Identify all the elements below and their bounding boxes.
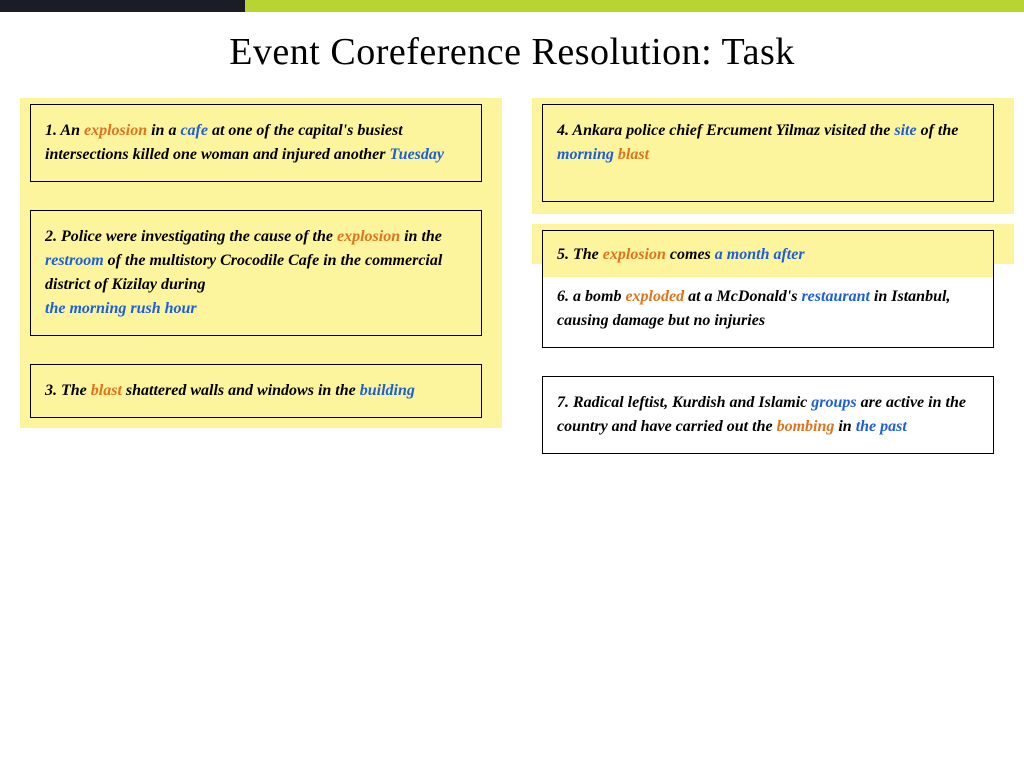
entity-word: building — [360, 382, 415, 399]
text-run: in the — [400, 228, 442, 245]
text-run: Ankara police chief Ercument Yilmaz visi… — [569, 122, 894, 139]
entity-word: restaurant — [801, 288, 869, 305]
time-word: the morning rush hour — [45, 300, 197, 317]
page-title: Event Coreference Resolution: Task — [0, 30, 1024, 74]
sentence-box-5-6: 5. The explosion comes a month after 6. … — [542, 230, 994, 348]
text-run: comes — [666, 246, 715, 263]
sentence-text: 2. Police were investigating the cause o… — [30, 210, 482, 336]
sentence-text: 1. An explosion in a cafe at one of the … — [30, 104, 482, 182]
content-columns: 1. An explosion in a cafe at one of the … — [0, 104, 1024, 482]
left-column: 1. An explosion in a cafe at one of the … — [30, 104, 482, 482]
text-run: a bomb — [569, 288, 625, 305]
sentence-number: 7. — [557, 394, 569, 411]
text-run: An — [60, 122, 84, 139]
combined-box: 5. The explosion comes a month after 6. … — [542, 230, 994, 348]
sentence-text: 4. Ankara police chief Ercument Yilmaz v… — [542, 104, 994, 202]
time-word: morning — [557, 146, 614, 163]
topbar-dark-segment — [0, 0, 245, 12]
event-word: blast — [91, 382, 122, 399]
text-run: Radical leftist, Kurdish and Islamic — [569, 394, 811, 411]
sentence-number: 5. — [557, 246, 569, 263]
top-accent-bar — [0, 0, 1024, 12]
text-run: at a McDonald's — [684, 288, 801, 305]
text-run: of the — [917, 122, 959, 139]
entity-word: groups — [811, 394, 856, 411]
sentence-box-3: 3. The blast shattered walls and windows… — [30, 364, 482, 418]
text-run: in a — [147, 122, 180, 139]
event-word: bombing — [777, 418, 835, 435]
sentence-number: 1. — [45, 122, 57, 139]
event-word: explosion — [337, 228, 400, 245]
sentence-text: 7. Radical leftist, Kurdish and Islamic … — [542, 376, 994, 454]
time-word: Tuesday — [390, 146, 445, 163]
text-run: of the multistory Crocodile Cafe in the … — [45, 252, 442, 293]
event-word: explosion — [84, 122, 147, 139]
entity-word: restroom — [45, 252, 104, 269]
sentence-number: 2. — [45, 228, 57, 245]
event-word: exploded — [625, 288, 684, 305]
sentence-box-1: 1. An explosion in a cafe at one of the … — [30, 104, 482, 182]
sentence-number: 3. — [45, 382, 57, 399]
text-run: The — [57, 382, 91, 399]
entity-word: cafe — [180, 122, 208, 139]
right-column: 4. Ankara police chief Ercument Yilmaz v… — [542, 104, 994, 482]
event-word: blast — [618, 146, 649, 163]
sentence-number: 6. — [557, 288, 569, 305]
event-word: explosion — [603, 246, 666, 263]
text-run: shattered walls and windows in the — [122, 382, 360, 399]
text-run: in — [834, 418, 855, 435]
text-run: Police were investigating the cause of t… — [57, 228, 337, 245]
sentence-box-2: 2. Police were investigating the cause o… — [30, 210, 482, 336]
time-word: the past — [856, 418, 907, 435]
sentence-text-5: 5. The explosion comes a month after — [543, 231, 993, 277]
sentence-text-6: 6. a bomb exploded at a McDonald's resta… — [543, 277, 993, 347]
text-run: The — [569, 246, 603, 263]
topbar-lime-segment — [245, 0, 1024, 12]
sentence-text: 3. The blast shattered walls and windows… — [30, 364, 482, 418]
sentence-box-4: 4. Ankara police chief Ercument Yilmaz v… — [542, 104, 994, 202]
time-word: a month after — [715, 246, 805, 263]
sentence-box-7: 7. Radical leftist, Kurdish and Islamic … — [542, 376, 994, 454]
entity-word: site — [894, 122, 916, 139]
sentence-number: 4. — [557, 122, 569, 139]
